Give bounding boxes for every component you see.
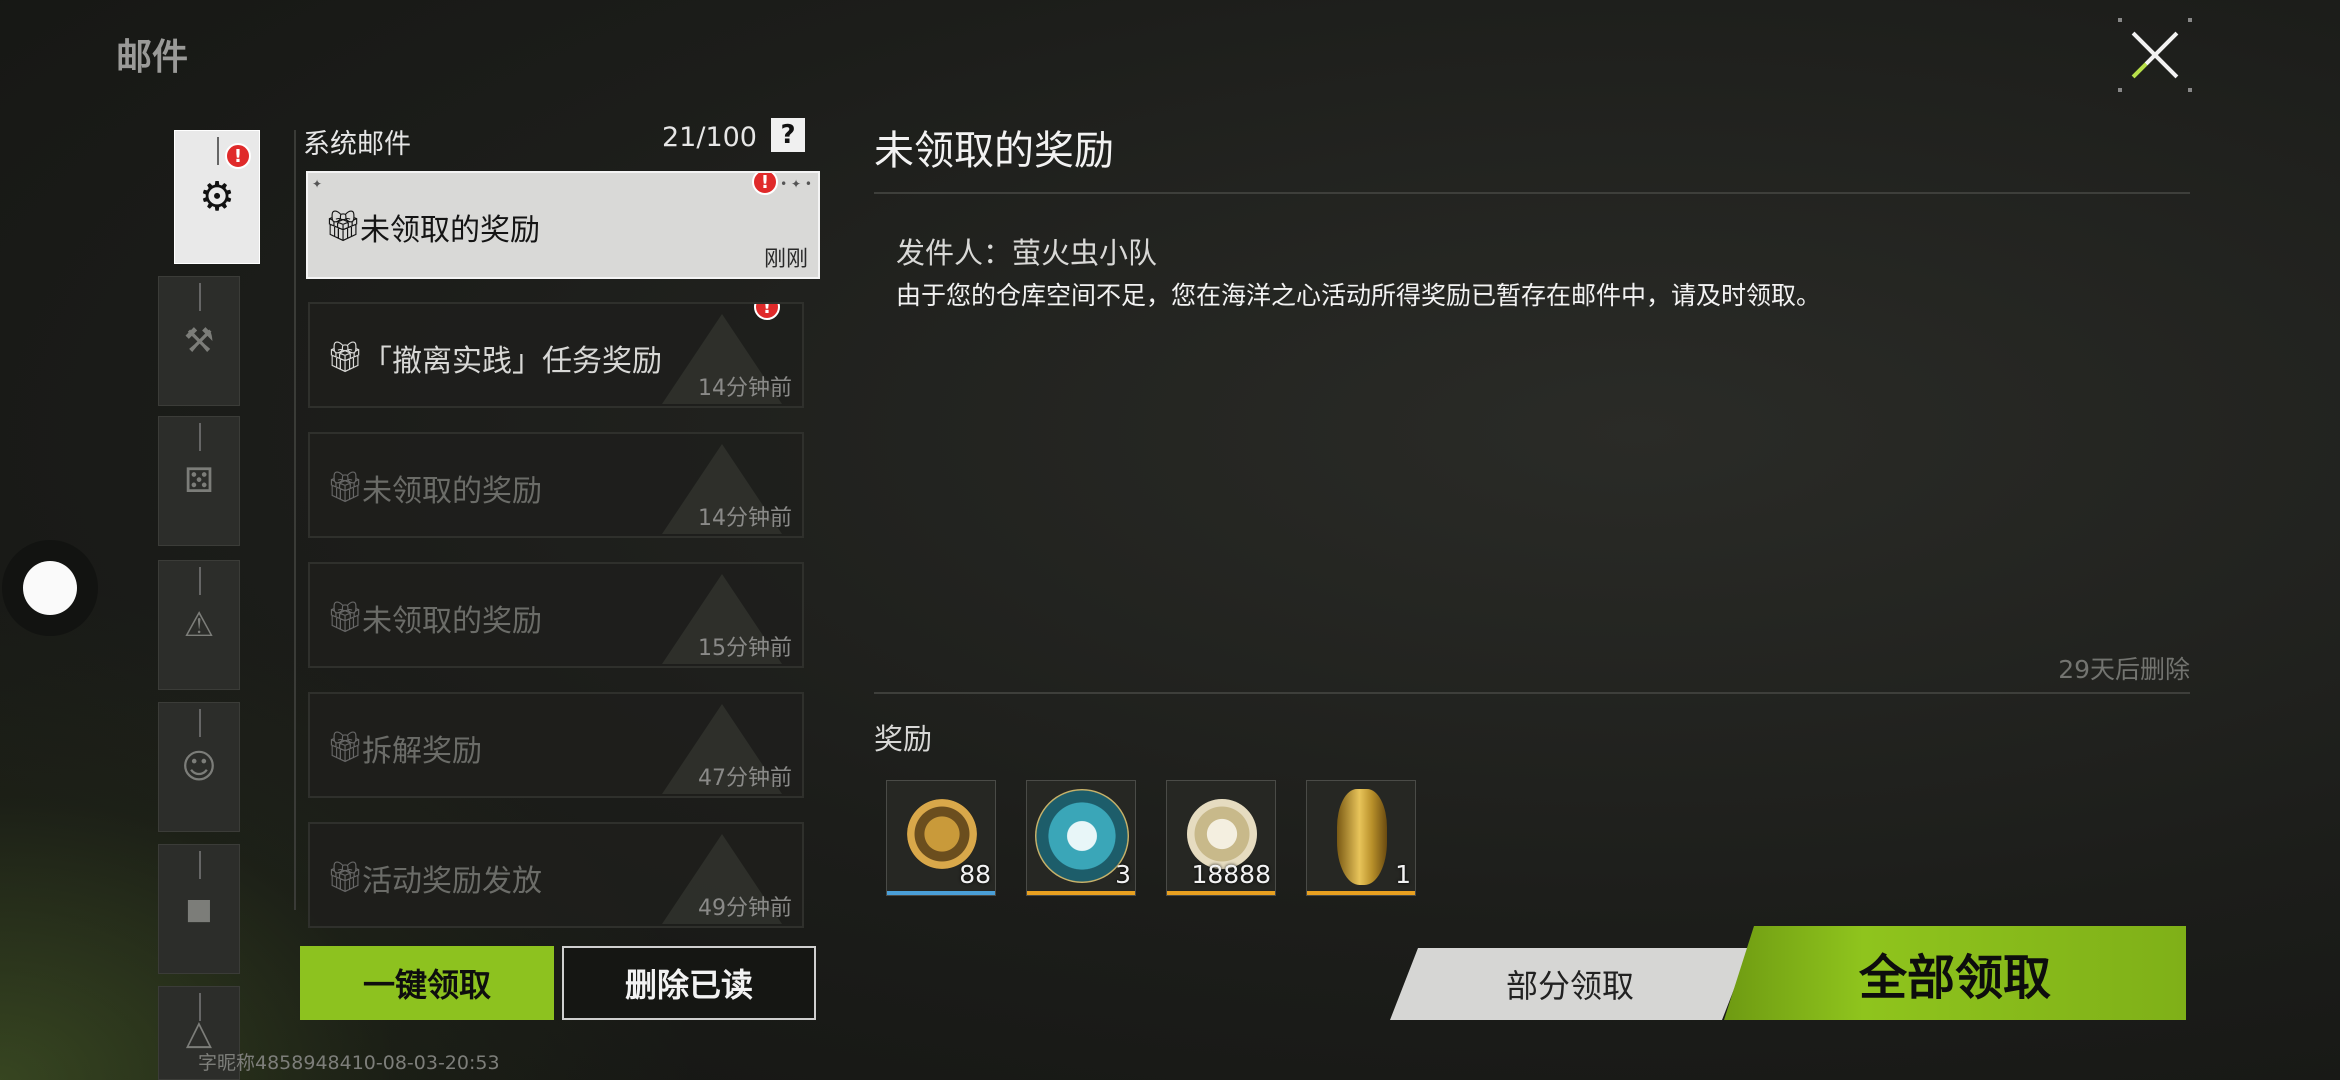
mail-time: 刚刚 — [763, 247, 808, 272]
unread-badge: ! — [754, 304, 780, 320]
category-tab-notice[interactable]: ⚠ — [158, 560, 240, 690]
mail-category-title: 系统邮件 — [303, 129, 411, 160]
mail-title: 拆解奖励 — [362, 734, 482, 769]
partial-claim-button[interactable]: 部分领取 — [1390, 948, 1750, 1020]
face-icon: ☺ — [181, 747, 217, 787]
reward-slot[interactable]: 18888 — [1166, 780, 1276, 896]
mail-list-item[interactable]: 🎁︎ 拆解奖励 47分钟前 — [308, 692, 804, 798]
detail-divider — [874, 192, 2190, 194]
mail-sender: 发件人：萤火虫小队 — [896, 236, 1158, 270]
category-tab-items[interactable]: ◼ — [158, 844, 240, 974]
claim-all-button[interactable]: 全部领取 — [1724, 926, 2186, 1020]
unread-badge: ! — [752, 173, 778, 195]
mail-time: 14分钟前 — [698, 376, 792, 401]
gift-open-icon: 🎁︎ — [326, 730, 365, 765]
reward-quantity: 1 — [1395, 860, 1411, 889]
page-title: 邮件 — [116, 37, 189, 78]
claim-all-list-button[interactable]: 一键领取 — [300, 946, 554, 1020]
mail-title: 活动奖励发放 — [362, 864, 542, 899]
currency-coin-icon — [1187, 799, 1257, 869]
category-tab-crafting[interactable]: ⚒ — [158, 276, 240, 406]
mail-list-item[interactable]: ✦ • ✦ • 🎁︎ 未领取的奖励 刚刚 ! — [306, 171, 820, 279]
rewards-label: 奖励 — [874, 722, 933, 756]
reward-quantity: 18888 — [1191, 860, 1271, 889]
gift-open-icon: 🎁︎ — [326, 600, 365, 635]
warning-icon: ⚠ — [183, 605, 215, 645]
mail-list-item[interactable]: 🎁︎ 未领取的奖励 15分钟前 — [308, 562, 804, 668]
expire-note: 29天后删除 — [2058, 655, 2190, 684]
rarity-bar — [1027, 891, 1135, 895]
category-tab-system[interactable]: ⚙ ! — [174, 130, 260, 264]
gear-icon: ⚙ — [199, 174, 235, 220]
mail-title: 未领取的奖励 — [360, 213, 540, 248]
reward-slot[interactable]: 3 — [1026, 780, 1136, 896]
mail-title: 未领取的奖励 — [362, 474, 542, 509]
rarity-bar — [887, 891, 995, 895]
mail-list-header: 系统邮件 21/100 ? — [303, 118, 805, 160]
mail-count: 21/100 — [662, 122, 757, 153]
mail-list-item[interactable]: 🎁︎ 活动奖励发放 49分钟前 — [308, 822, 804, 928]
mail-body: 由于您的仓库空间不足，您在海洋之心活动所得奖励已暂存在邮件中，请及时领取。 — [896, 281, 1822, 310]
reward-slot[interactable]: 88 — [886, 780, 996, 896]
delete-read-button[interactable]: 删除已读 — [562, 946, 816, 1020]
reward-quantity: 88 — [959, 860, 991, 889]
mail-title: 未领取的奖励 — [362, 604, 542, 639]
ammo-canister-icon — [907, 799, 977, 869]
mail-time: 14分钟前 — [698, 506, 792, 531]
gift-icon: 🎁︎ — [324, 209, 363, 244]
assist-dot-icon — [23, 561, 77, 615]
gift-icon: 🎁︎ — [326, 340, 365, 375]
list-divider — [294, 130, 296, 910]
close-button[interactable] — [2118, 18, 2192, 92]
reward-slot[interactable]: 1 — [1306, 780, 1416, 896]
unread-badge: ! — [225, 143, 251, 169]
rarity-bar — [1307, 891, 1415, 895]
mail-time: 47分钟前 — [698, 766, 792, 791]
category-tab-friends[interactable]: ☺ — [158, 702, 240, 832]
golden-vase-icon — [1337, 789, 1387, 885]
mail-title: 「撤离实践」任务奖励 — [362, 344, 662, 379]
mail-time: 49分钟前 — [698, 896, 792, 921]
gift-open-icon: 🎁︎ — [326, 470, 365, 505]
mail-list-item[interactable]: 🎁︎ 未领取的奖励 14分钟前 — [308, 432, 804, 538]
help-icon[interactable]: ? — [771, 118, 805, 152]
backpack-icon: ◼ — [184, 889, 214, 929]
player-id-label: 字昵称4858948410-08-03-20:53 — [198, 1052, 500, 1074]
rarity-bar — [1167, 891, 1275, 895]
mail-detail-title: 未领取的奖励 — [874, 128, 1114, 174]
category-tab-activity[interactable]: ⚄ — [158, 416, 240, 546]
dice-icon: ⚄ — [184, 461, 214, 501]
floating-assist-button[interactable] — [2, 540, 98, 636]
detail-divider — [874, 692, 2190, 694]
mail-time: 15分钟前 — [698, 636, 792, 661]
mail-list-item[interactable]: 🎁︎ 「撤离实践」任务奖励 14分钟前 ! — [308, 302, 804, 408]
gift-open-icon: 🎁︎ — [326, 860, 365, 895]
hammer-icon: ⚒ — [183, 321, 215, 361]
reward-quantity: 3 — [1115, 860, 1131, 889]
